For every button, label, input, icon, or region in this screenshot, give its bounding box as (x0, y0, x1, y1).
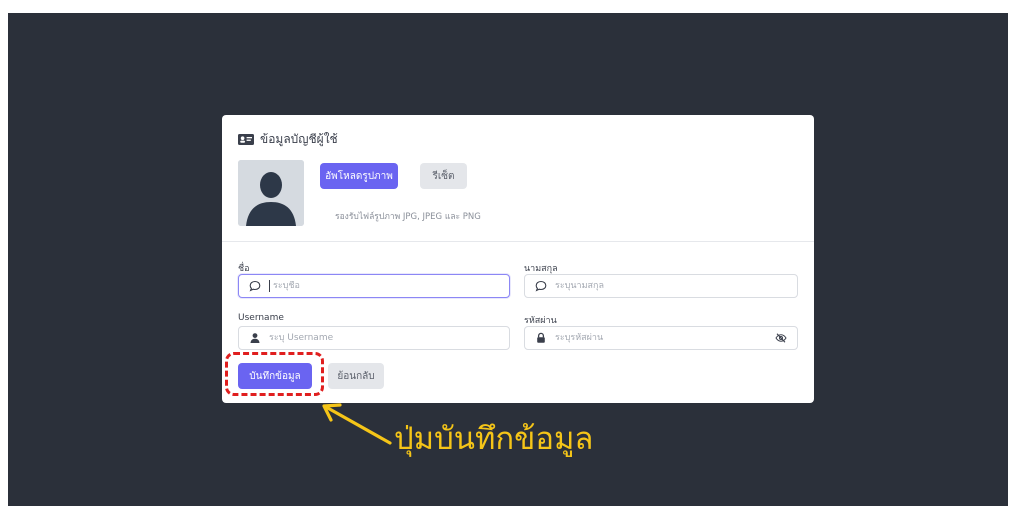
password-label: รหัสผ่าน (524, 316, 557, 326)
eye-slash-icon[interactable] (775, 332, 787, 344)
upload-photo-button[interactable]: อัพโหลดรูปภาพ (320, 163, 398, 189)
upload-hint: รองรับไฟล์รูปภาพ JPG, JPEG และ PNG (335, 212, 481, 222)
divider (222, 241, 814, 242)
card-title: ข้อมูลบัญชีผู้ใช้ (260, 131, 338, 146)
chat-bubble-icon (249, 280, 261, 292)
password-input[interactable] (555, 333, 775, 343)
first-name-label: ชื่อ (238, 264, 250, 274)
username-field[interactable] (238, 326, 510, 350)
username-label: Username (238, 313, 284, 323)
lock-icon (537, 332, 545, 343)
chat-bubble-icon (535, 280, 547, 292)
card-header: ข้อมูลบัญชีผู้ใช้ (238, 129, 338, 149)
id-card-icon (238, 133, 254, 145)
avatar-placeholder-icon (238, 160, 304, 226)
last-name-input[interactable] (555, 281, 797, 291)
password-field[interactable] (524, 326, 798, 350)
avatar (238, 160, 304, 226)
back-button[interactable]: ย้อนกลับ (328, 363, 384, 389)
reset-photo-button[interactable]: รีเซ็ต (420, 163, 467, 189)
annotation-label: ปุ่มบันทึกข้อมูล (394, 421, 594, 457)
last-name-field[interactable] (524, 274, 798, 298)
first-name-input[interactable] (273, 281, 509, 291)
username-input[interactable] (269, 333, 509, 343)
text-caret (269, 280, 270, 292)
first-name-field[interactable] (238, 274, 510, 298)
save-button-highlight (225, 352, 324, 396)
last-name-label: นามสกุล (524, 264, 558, 274)
user-icon (250, 333, 260, 343)
